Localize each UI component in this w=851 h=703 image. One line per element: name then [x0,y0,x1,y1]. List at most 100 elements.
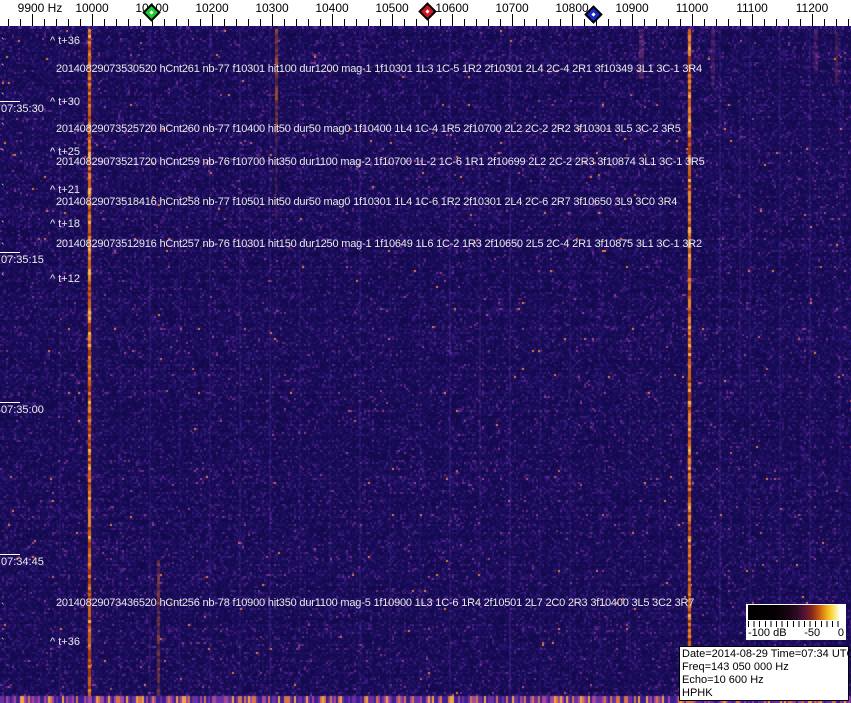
time-label: 07:35:15 [1,254,44,266]
event-annotation: 20140829073512916 hCnt257 nb-76 f10301 h… [56,238,702,250]
ruler-minor-tick [416,19,417,26]
db-label-max: 0 [837,627,844,639]
freq-label: 10000 [75,1,109,15]
freq-label: 11200 [795,1,829,15]
ruler-minor-tick [224,19,225,26]
ruler-major-tick [332,14,333,26]
ruler-minor-tick [104,19,105,26]
event-edge-mark: ` [1,148,5,160]
ruler-minor-tick [368,19,369,26]
ruler-major-tick [752,14,753,26]
ruler-minor-tick [524,19,525,26]
ruler-minor-tick [704,19,705,26]
ruler-minor-tick [80,19,81,26]
ruler-major-tick [692,14,693,26]
time-label: 07:35:00 [1,404,44,416]
ruler-minor-tick [824,19,825,26]
ruler-minor-tick [464,19,465,26]
ruler-minor-tick [236,19,237,26]
ruler-minor-tick [296,19,297,26]
ruler-minor-tick [344,19,345,26]
info-box: Date=2014-08-29 Time=07:34 UTC Freq=143 … [679,646,851,701]
time-offset-marker: ^ t+30 [50,96,80,108]
db-scale-legend: -100 dB -50 0 [746,604,846,640]
event-annotation: 20140829073530520 hCnt261 nb-77 f10301 h… [56,63,702,75]
info-date-time: Date=2014-08-29 Time=07:34 UTC [682,648,851,660]
ruler-minor-tick [728,19,729,26]
ruler-minor-tick [140,19,141,26]
freq-label: 10700 [495,1,529,15]
event-annotation: 20140829073518416 hCnt258 nb-77 f10501 h… [56,196,678,208]
freq-label: 10200 [195,1,229,15]
ruler-minor-tick [764,19,765,26]
ruler-major-tick [392,14,393,26]
event-edge-mark: ` [1,220,5,232]
ruler-minor-tick [200,19,201,26]
freq-label: 10900 [615,1,649,15]
event-annotation: 20140829073525720 hCnt260 nb-77 f10400 h… [56,123,681,135]
marker-center-dot [425,9,430,14]
event-edge-mark: ` [1,92,5,104]
ruler-minor-tick [476,19,477,26]
event-edge-mark: ` [1,637,5,649]
event-edge-mark: ` [1,37,5,49]
ruler-minor-tick [44,19,45,26]
info-frequency: Freq=143 050 000 Hz [682,661,789,673]
time-offset-marker: ^ t+12 [50,273,80,285]
freq-label: 10800 [555,1,589,15]
ruler-minor-tick [608,19,609,26]
ruler-major-tick [452,14,453,26]
ruler-minor-tick [8,19,9,26]
event-annotation: 20140829073436520 hCnt256 nb-78 f10900 h… [56,597,695,609]
ruler-minor-tick [848,19,849,26]
ruler-minor-tick [776,19,777,26]
ruler-major-tick [812,14,813,26]
ruler-minor-tick [836,19,837,26]
ruler-minor-tick [500,19,501,26]
ruler-major-tick [632,14,633,26]
event-edge-mark: ` [1,602,5,614]
time-tick-line [0,554,20,555]
freq-label: 10600 [435,1,469,15]
ruler-minor-tick [644,19,645,26]
freq-label: 10300 [255,1,289,15]
time-label: 07:34:45 [1,556,44,568]
freq-label: 9900 Hz [17,1,63,15]
ruler-major-tick [32,14,33,26]
ruler-minor-tick [248,19,249,26]
freq-label: 10500 [375,1,409,15]
spectrogram-app: 9900 Hz100001010010200103001040010500106… [0,0,851,703]
ruler-minor-tick [380,19,381,26]
freq-label: 11100 [736,1,768,15]
ruler-minor-tick [788,19,789,26]
ruler-minor-tick [440,19,441,26]
ruler-minor-tick [656,19,657,26]
ruler-minor-tick [188,19,189,26]
ruler-minor-tick [404,19,405,26]
info-echo: Echo=10 600 Hz [682,674,764,686]
freq-label: 10400 [315,1,349,15]
ruler-minor-tick [560,19,561,26]
ruler-minor-tick [284,19,285,26]
event-edge-mark: ` [1,183,5,195]
ruler-major-tick [572,14,573,26]
time-offset-marker: ^ t+36 [50,35,80,47]
time-tick-line [0,402,20,403]
time-offset-marker: ^ t+36 [50,636,80,648]
ruler-minor-tick [620,19,621,26]
ruler-minor-tick [116,19,117,26]
event-edge-mark: ` [1,122,5,134]
ruler-minor-tick [536,19,537,26]
time-offset-marker: ^ t+18 [50,218,80,230]
db-scale-labels: -100 dB -50 0 [746,627,846,639]
event-edge-mark: ` [1,242,5,254]
info-station-code: HPHK [682,687,713,699]
ruler-minor-tick [164,19,165,26]
ruler-minor-tick [680,19,681,26]
ruler-minor-tick [668,19,669,26]
ruler-minor-tick [260,19,261,26]
ruler-minor-tick [584,19,585,26]
ruler-major-tick [512,14,513,26]
ruler-minor-tick [716,19,717,26]
event-annotation: 20140829073521720 hCnt259 nb-76 f10700 h… [56,156,705,168]
